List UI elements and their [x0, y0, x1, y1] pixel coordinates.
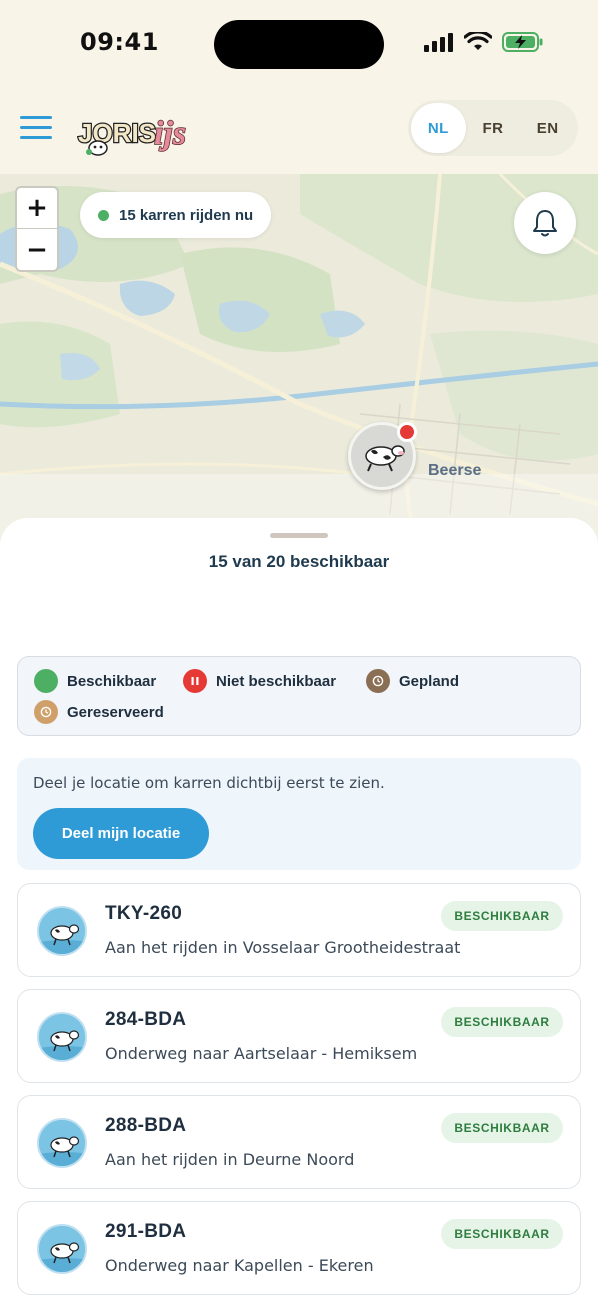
status-badge: BESCHIKBAAR: [441, 901, 563, 931]
cow-avatar-icon: [37, 1012, 87, 1062]
cart-list-item[interactable]: TKY-260 Aan het rijden in Vosselaar Groo…: [17, 883, 581, 977]
zoom-in-button[interactable]: +: [17, 188, 57, 229]
cart-description: Aan het rijden in Deurne Noord: [105, 1150, 355, 1169]
legend-item-planned: Gepland: [366, 669, 459, 693]
cart-list-item[interactable]: 284-BDA Onderweg naar Aartselaar - Hemik…: [17, 989, 581, 1083]
location-prompt-card: Deel je locatie om karren dichtbij eerst…: [17, 758, 581, 870]
status-icons: [424, 32, 544, 52]
bottom-sheet: 15 van 20 beschikbaar Beschikbaar Niet b…: [0, 518, 598, 1300]
app-header: JORIS ijs NL FR EN: [0, 90, 598, 174]
cow-avatar-icon: [37, 1118, 87, 1168]
zoom-out-button[interactable]: −: [17, 229, 57, 270]
legend-item-reserved: Gereserveerd: [34, 700, 164, 724]
pause-icon: [183, 669, 207, 693]
cow-icon: [365, 445, 405, 472]
live-carts-text: 15 karren rijden nu: [119, 206, 254, 224]
map-view[interactable]: + − 15 karren rijden nu Beerse: [0, 174, 598, 554]
legend-item-available: Beschikbaar: [34, 669, 156, 693]
cart-plate: TKY-260: [105, 903, 183, 924]
menu-line-icon: [20, 126, 52, 129]
dynamic-island: [214, 20, 384, 69]
language-switcher: NL FR EN: [408, 100, 578, 156]
legend-item-unavailable: Niet beschikbaar: [183, 669, 336, 693]
cart-description: Onderweg naar Kapellen - Ekeren: [105, 1256, 374, 1275]
cart-description: Onderweg naar Aartselaar - Hemiksem: [105, 1044, 418, 1063]
wifi-icon: [464, 32, 492, 50]
hamburger-menu-button[interactable]: [20, 116, 52, 142]
legend-label: Beschikbaar: [67, 672, 157, 690]
battery-charging-icon: [502, 32, 543, 52]
clock-icon: [34, 700, 58, 724]
cart-description: Aan het rijden in Vosselaar Grootheidest…: [105, 938, 461, 957]
cow-avatar-icon: [37, 1224, 87, 1274]
legend-label: Gepland: [399, 672, 460, 690]
sheet-drag-handle[interactable]: [270, 533, 328, 538]
available-dot-icon: [34, 669, 58, 693]
cart-map-marker[interactable]: [348, 422, 417, 490]
svg-text:JORIS: JORIS: [78, 118, 156, 148]
language-en[interactable]: EN: [520, 103, 575, 153]
marker-status-dot: [397, 422, 417, 442]
status-badge: BESCHIKBAAR: [441, 1219, 563, 1249]
clock-icon: [366, 669, 390, 693]
joris-ijs-logo[interactable]: JORIS ijs: [74, 102, 198, 162]
live-status-dot: [98, 209, 109, 221]
legend-label: Niet beschikbaar: [216, 672, 337, 690]
cart-list-item[interactable]: 288-BDA Aan het rijden in Deurne Noord B…: [17, 1095, 581, 1189]
menu-line-icon: [20, 116, 52, 119]
language-nl[interactable]: NL: [411, 103, 466, 153]
cow-avatar-icon: [37, 906, 87, 956]
cellular-signal-icon: [424, 33, 453, 52]
language-fr[interactable]: FR: [466, 103, 521, 153]
map-town-label: Beerse: [428, 462, 482, 479]
svg-text:ijs: ijs: [154, 115, 186, 152]
status-badge: BESCHIKBAAR: [441, 1007, 563, 1037]
zoom-control: + −: [15, 186, 59, 272]
share-location-button[interactable]: Deel mijn locatie: [33, 808, 209, 859]
status-badge: BESCHIKBAAR: [441, 1113, 563, 1143]
location-prompt-text: Deel je locatie om karren dichtbij eerst…: [33, 774, 385, 792]
menu-line-icon: [20, 136, 52, 139]
cart-plate: 288-BDA: [105, 1115, 187, 1136]
live-carts-pill: 15 karren rijden nu: [80, 192, 272, 238]
status-legend: Beschikbaar Niet beschikbaar Gepland Ger…: [17, 656, 581, 736]
legend-label: Gereserveerd: [67, 703, 164, 721]
cart-plate: 291-BDA: [105, 1221, 187, 1242]
bell-icon: [533, 210, 557, 237]
cart-list-item[interactable]: 291-BDA Onderweg naar Kapellen - Ekeren …: [17, 1201, 581, 1295]
availability-title: 15 van 20 beschikbaar: [208, 552, 390, 571]
notifications-button[interactable]: [514, 192, 576, 254]
cart-plate: 284-BDA: [105, 1009, 187, 1030]
status-bar: 09:41: [0, 0, 598, 90]
status-time: 09:41: [80, 28, 159, 56]
